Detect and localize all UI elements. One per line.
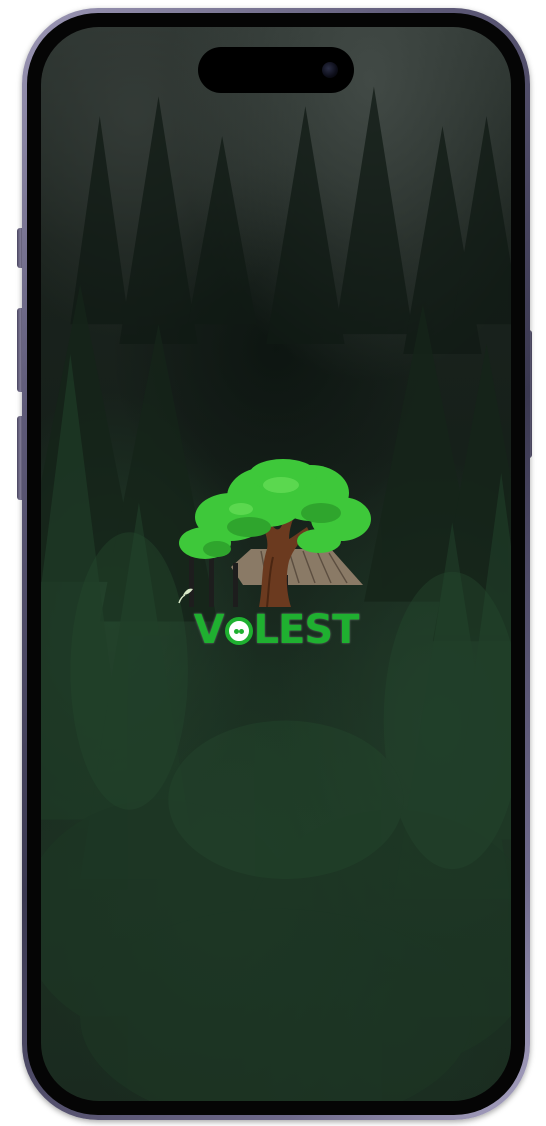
brand-name-suffix: LEST <box>253 607 360 653</box>
brand-name: V LEST <box>171 607 381 653</box>
splash-screen[interactable]: V LEST <box>41 27 511 1101</box>
phone-frame: V LEST <box>22 8 530 1120</box>
tree-with-cabin-logo-icon <box>178 459 371 607</box>
brand-name-prefix: V <box>193 607 225 653</box>
camera-lens-icon <box>322 62 338 78</box>
device-mockup: V LEST <box>0 0 546 1126</box>
brand-o-icon <box>224 617 253 645</box>
phone-bezel: V LEST <box>27 13 525 1115</box>
dynamic-island <box>198 47 354 93</box>
app-logo: V LEST <box>171 457 381 677</box>
